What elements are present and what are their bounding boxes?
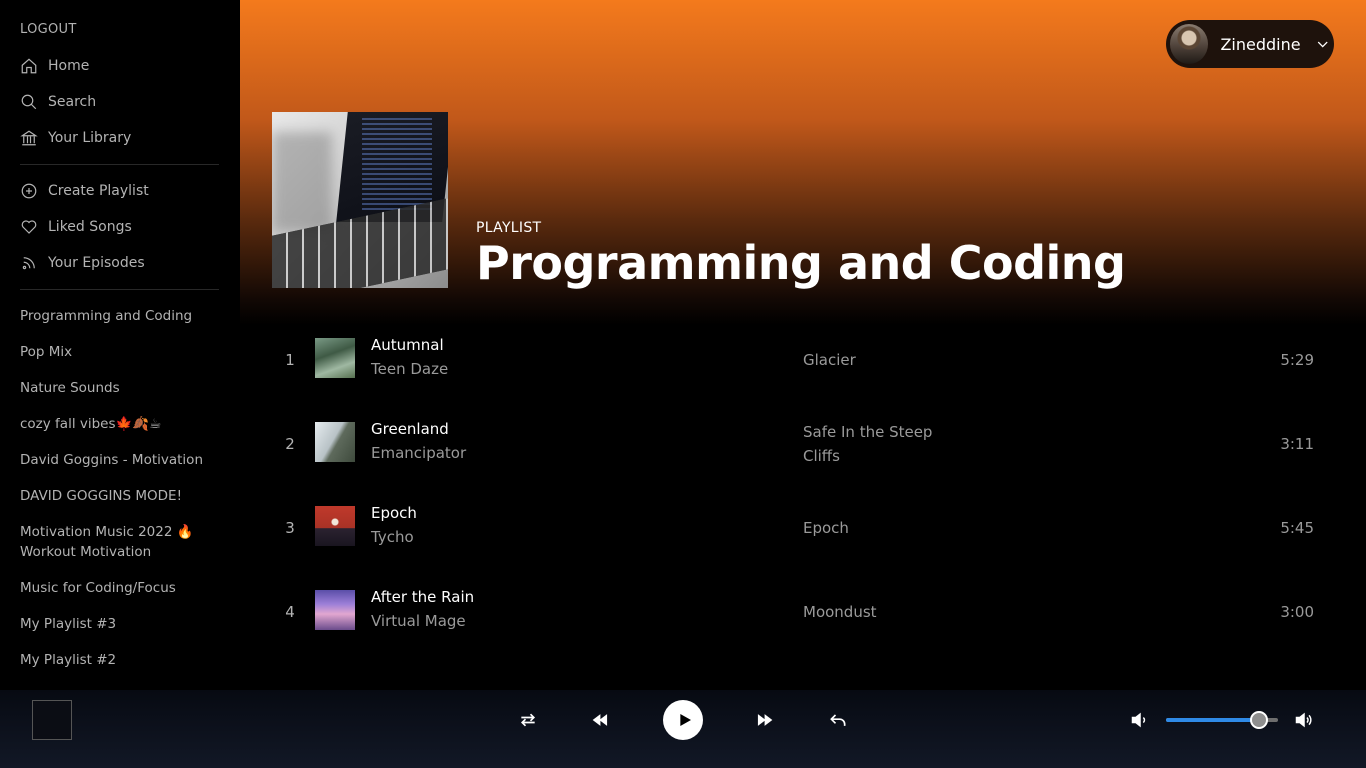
playlist-cover-image (272, 112, 448, 288)
sidebar-item-label: Create Playlist (48, 183, 149, 199)
library-icon (20, 130, 38, 146)
sidebar-item-label: Liked Songs (48, 219, 132, 235)
volume-slider-fill (1166, 718, 1259, 722)
track-row[interactable]: 4 After the Rain Virtual Mage Moondust 3… (272, 570, 1334, 654)
track-duration: 5:29 (1280, 351, 1314, 369)
track-duration: 5:45 (1280, 519, 1314, 537)
sidebar-item-label: Your Library (48, 130, 132, 146)
track-duration: 3:11 (1280, 435, 1314, 453)
sidebar: LOGOUT Home Search Your Library Create P… (0, 0, 240, 690)
previous-icon (592, 714, 608, 726)
track-number: 2 (285, 435, 295, 453)
play-icon (679, 714, 691, 726)
volume-down-button[interactable] (1128, 708, 1152, 732)
track-artist[interactable]: Virtual Mage (371, 612, 466, 630)
sidebar-item-label: Your Episodes (48, 255, 145, 271)
heart-icon (21, 220, 37, 234)
track-row[interactable]: 1 Autumnal Teen Daze Glacier 5:29 (272, 318, 1334, 402)
player-bar (0, 690, 1366, 768)
track-number: 4 (285, 603, 295, 621)
repeat-button[interactable] (516, 708, 540, 732)
playlist-type-label: PLAYLIST (476, 220, 542, 236)
track-number: 1 (285, 351, 295, 369)
track-title: After the Rain (371, 588, 475, 606)
user-menu-button[interactable]: Zineddine (1166, 20, 1334, 68)
plus-circle-icon (21, 183, 37, 199)
volume-up-button[interactable] (1292, 708, 1316, 732)
undo-icon (830, 714, 846, 726)
undo-button[interactable] (826, 708, 850, 732)
sidebar-item-library[interactable]: Your Library (20, 129, 131, 147)
page-title: Programming and Coding (476, 236, 1126, 290)
now-playing-thumbnail (32, 700, 72, 740)
next-button[interactable] (753, 708, 777, 732)
create-playlist-button[interactable]: Create Playlist (20, 182, 149, 200)
track-album-art (315, 506, 355, 546)
sidebar-item-label: Home (48, 58, 90, 74)
track-album-art (315, 590, 355, 630)
previous-button[interactable] (588, 708, 612, 732)
track-album[interactable]: Moondust (803, 600, 943, 624)
track-album[interactable]: Safe In the Steep Cliffs (803, 420, 943, 468)
sidebar-playlist-item[interactable]: cozy fall vibes🍁🍂☕ (20, 414, 220, 434)
volume-high-icon (1295, 712, 1312, 728)
sidebar-playlist-item[interactable]: DAVID GOGGINS MODE! (20, 486, 220, 506)
main-content: Zineddine PLAYLIST Programming and Codin… (240, 0, 1366, 690)
track-artist[interactable]: Emancipator (371, 444, 466, 462)
track-artist[interactable]: Tycho (371, 528, 414, 546)
track-album[interactable]: Epoch (803, 516, 943, 540)
track-title: Epoch (371, 504, 417, 522)
track-artist[interactable]: Teen Daze (371, 360, 448, 378)
play-button[interactable] (663, 700, 703, 740)
sidebar-playlist-item[interactable]: Motivation Music 2022 🔥 Workout Motivati… (20, 522, 195, 562)
track-title: Greenland (371, 420, 449, 438)
logout-button[interactable]: LOGOUT (20, 22, 77, 37)
sidebar-item-label: Search (48, 94, 97, 110)
sidebar-divider (20, 289, 219, 290)
sidebar-item-search[interactable]: Search (20, 93, 96, 111)
user-name: Zineddine (1220, 34, 1301, 54)
next-icon (757, 714, 773, 726)
sidebar-playlist-item[interactable]: Programming and Coding (20, 306, 220, 326)
track-row[interactable]: 2 Greenland Emancipator Safe In the Stee… (272, 402, 1334, 486)
volume-slider-handle[interactable] (1249, 711, 1268, 729)
track-duration: 3:00 (1280, 603, 1314, 621)
liked-songs-button[interactable]: Liked Songs (20, 218, 132, 236)
track-album[interactable]: Glacier (803, 348, 943, 372)
sidebar-playlist-item[interactable]: Nature Sounds (20, 378, 220, 398)
sidebar-playlist-item[interactable]: David Goggins - Motivation (20, 450, 220, 470)
home-icon (21, 58, 37, 74)
track-title: Autumnal (371, 336, 444, 354)
avatar (1170, 24, 1209, 64)
track-album-art (315, 338, 355, 378)
volume-slider[interactable] (1166, 711, 1278, 729)
repeat-icon (520, 713, 536, 727)
sidebar-item-home[interactable]: Home (20, 57, 89, 75)
sidebar-playlist-item[interactable]: Music for Coding/Focus (20, 578, 220, 598)
sidebar-playlist-item[interactable]: My Playlist #3 (20, 614, 220, 634)
sidebar-playlist-item[interactable]: My Playlist #2 (20, 650, 220, 670)
volume-low-icon (1131, 712, 1146, 728)
sidebar-divider (20, 164, 219, 165)
chevron-down-icon (1317, 41, 1328, 48)
sidebar-playlist-item[interactable]: Pop Mix (20, 342, 220, 362)
search-icon (21, 94, 37, 110)
track-album-art (315, 422, 355, 462)
your-episodes-button[interactable]: Your Episodes (20, 254, 145, 272)
track-number: 3 (285, 519, 295, 537)
track-row[interactable]: 3 Epoch Tycho Epoch 5:45 (272, 486, 1334, 570)
rss-icon (22, 257, 35, 270)
